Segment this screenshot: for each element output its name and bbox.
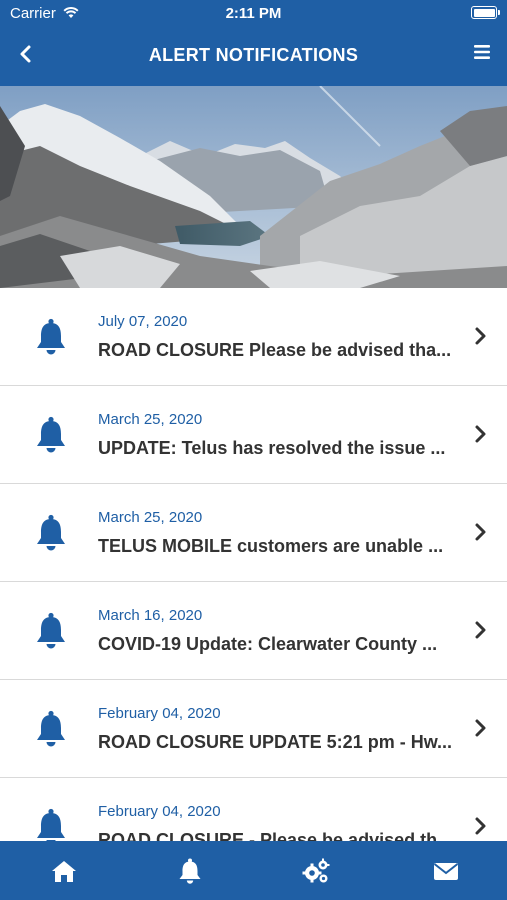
alert-date: March 25, 2020 <box>98 509 203 526</box>
alert-row[interactable]: March 25, 2020 TELUS MOBILE customers ar… <box>0 484 507 582</box>
hamburger-menu-icon[interactable] <box>473 44 491 60</box>
battery-icon <box>471 6 500 19</box>
bell-icon <box>37 808 65 841</box>
nav-bar: ALERT NOTIFICATIONS <box>0 26 507 86</box>
alert-list: July 07, 2020 ROAD CLOSURE Please be adv… <box>0 288 507 841</box>
chevron-right-icon <box>475 719 486 737</box>
chevron-right-icon <box>475 523 486 541</box>
alert-message: ROAD CLOSURE Please be advised tha... <box>98 340 452 360</box>
alert-date: February 04, 2020 <box>98 705 221 722</box>
alert-row[interactable]: March 16, 2020 COVID-19 Update: Clearwat… <box>0 582 507 680</box>
alert-message: TELUS MOBILE customers are unable ... <box>98 536 444 556</box>
gears-icon[interactable] <box>302 857 330 885</box>
page-title: ALERT NOTIFICATIONS <box>148 45 359 65</box>
bell-icon <box>37 710 65 747</box>
status-time: 2:11 PM <box>225 5 282 22</box>
alert-message: ROAD CLOSURE - Please be advised th... <box>98 830 453 841</box>
alert-row[interactable]: February 04, 2020 ROAD CLOSURE UPDATE 5:… <box>0 680 507 778</box>
alert-row[interactable]: February 04, 2020 ROAD CLOSURE - Please … <box>0 778 507 841</box>
hero-mountain-image <box>0 86 507 288</box>
home-icon[interactable] <box>50 857 78 885</box>
alert-row[interactable]: March 25, 2020 UPDATE: Telus has resolve… <box>0 386 507 484</box>
alert-message: COVID-19 Update: Clearwater County ... <box>98 634 438 654</box>
alert-date: March 16, 2020 <box>98 607 203 624</box>
alert-date: March 25, 2020 <box>98 411 203 428</box>
bell-icon <box>37 612 65 649</box>
alert-message: ROAD CLOSURE UPDATE 5:21 pm - Hw... <box>98 732 453 752</box>
chevron-right-icon <box>475 621 486 639</box>
chevron-right-icon <box>475 327 486 345</box>
alert-date: July 07, 2020 <box>98 313 188 330</box>
bell-icon <box>37 416 65 453</box>
tab-bar <box>0 841 507 900</box>
bell-icon <box>37 318 65 355</box>
alert-row[interactable]: July 07, 2020 ROAD CLOSURE Please be adv… <box>0 288 507 386</box>
status-bar: Carrier 2:11 PM <box>0 0 507 26</box>
alert-message: UPDATE: Telus has resolved the issue ... <box>98 438 446 458</box>
chevron-right-icon <box>475 817 486 835</box>
alert-date: February 04, 2020 <box>98 803 221 820</box>
chevron-right-icon <box>475 425 486 443</box>
envelope-icon[interactable] <box>432 857 460 885</box>
bell-icon[interactable] <box>176 857 204 885</box>
bell-icon <box>37 514 65 551</box>
